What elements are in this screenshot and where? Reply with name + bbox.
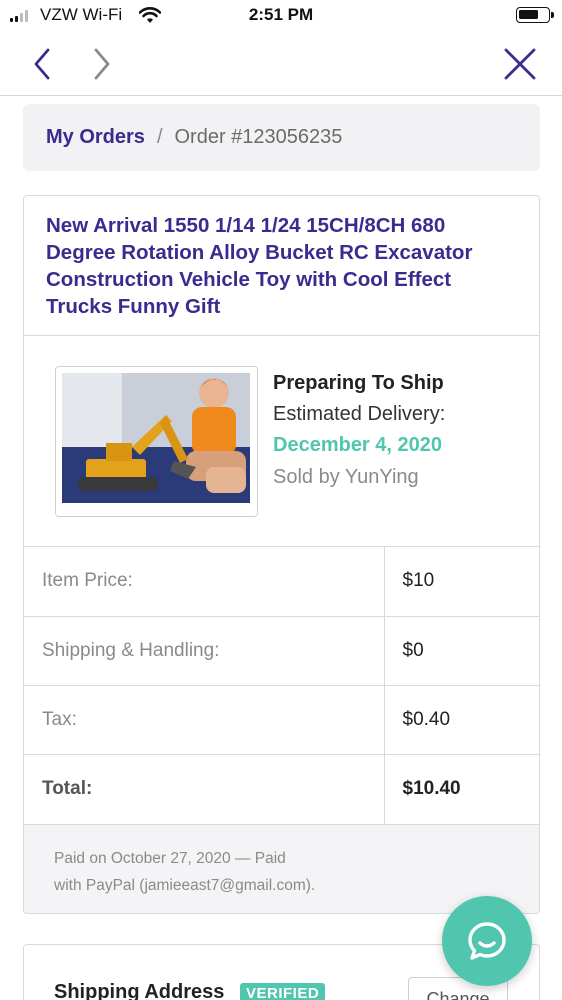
price-row-tax: Tax: $0.40	[24, 685, 539, 755]
breadcrumb: My Orders / Order #123056235	[23, 104, 540, 171]
chat-button[interactable]	[442, 896, 532, 986]
order-card: New Arrival 1550 1/14 1/24 15CH/8CH 680 …	[23, 195, 540, 914]
sold-by: Sold by YunYing	[273, 466, 419, 488]
close-icon	[504, 48, 536, 80]
product-summary: Preparing To Ship Estimated Delivery: De…	[24, 336, 539, 547]
estimated-delivery-label: Estimated Delivery:	[273, 403, 446, 425]
chat-bubble-icon	[468, 922, 506, 960]
breadcrumb-order-number: Order #123056235	[174, 126, 343, 148]
clock: 2:51 PM	[248, 5, 314, 24]
price-row-shipping: Shipping & Handling: $0	[24, 616, 539, 686]
item-price-value: $10	[384, 547, 539, 617]
price-row-total: Total: $10.40	[24, 754, 539, 825]
tax-label: Tax:	[24, 685, 385, 755]
price-row-item: Item Price: $10	[24, 547, 539, 617]
shipping-status: Preparing To Ship	[273, 372, 444, 394]
verified-badge: VERIFIED	[240, 983, 326, 1000]
shipping-address-title: Shipping Address	[54, 981, 225, 1000]
shipping-status-info: Preparing To Ship Estimated Delivery: De…	[273, 368, 445, 494]
back-button[interactable]	[20, 44, 64, 84]
tax-value: $0.40	[384, 685, 539, 755]
chevron-left-icon	[34, 48, 50, 80]
status-bar: VZW Wi-Fi 2:51 PM	[0, 0, 562, 34]
shipping-value: $0	[384, 616, 539, 686]
battery-icon	[516, 7, 554, 23]
total-value: $10.40	[384, 754, 539, 825]
product-title[interactable]: New Arrival 1550 1/14 1/24 15CH/8CH 680 …	[24, 196, 539, 336]
product-title-text[interactable]: New Arrival 1550 1/14 1/24 15CH/8CH 680 …	[46, 214, 472, 318]
price-table: Item Price: $10 Shipping & Handling: $0 …	[24, 547, 539, 825]
nav-bar	[0, 34, 562, 96]
estimated-delivery-date: December 4, 2020	[273, 434, 443, 456]
close-button[interactable]	[498, 44, 542, 84]
payment-line-2: with PayPal (jamieeast7@gmail.com).	[54, 876, 316, 894]
chevron-right-icon	[94, 48, 110, 80]
forward-button[interactable]	[80, 44, 124, 84]
breadcrumb-my-orders[interactable]: My Orders	[46, 126, 145, 149]
product-image[interactable]	[55, 366, 258, 517]
item-price-label: Item Price:	[24, 547, 385, 617]
total-label: Total:	[24, 754, 385, 825]
shipping-label: Shipping & Handling:	[24, 616, 385, 686]
payment-line-1: Paid on October 27, 2020 — Paid	[54, 849, 286, 867]
payment-info: Paid on October 27, 2020 — Paid with Pay…	[24, 824, 539, 913]
breadcrumb-separator: /	[156, 126, 163, 148]
product-photo	[56, 367, 257, 516]
